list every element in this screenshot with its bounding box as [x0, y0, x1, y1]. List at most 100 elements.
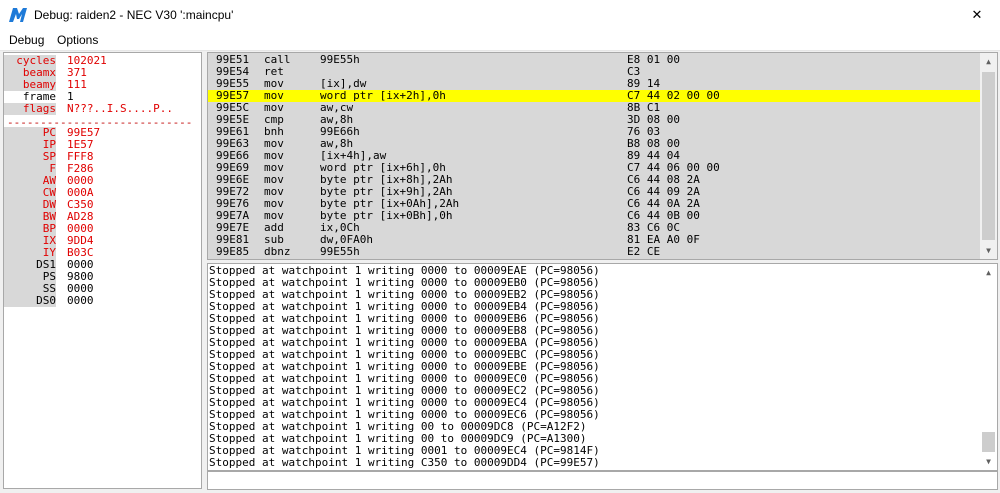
disassembly-bytes: C6 44 08 2A [627, 173, 700, 186]
registers-panel[interactable]: cycles 102021 beamx 371 beamy 111 frame 1 flags N… [3, 52, 202, 489]
disassembly-bytes: 81 EA A0 0F [627, 233, 700, 246]
disassembly-view[interactable]: 99E85 dbnz 99E55h E2 CE 99E81 sub dw,0FA0h 81 E… [207, 52, 998, 260]
console-line: Stopped at watchpoint 1 writing 0000 to … [209, 300, 600, 313]
disassembly-address: 99E69 [216, 161, 250, 174]
disassembly-mnemonic: mov [264, 209, 284, 222]
command-input[interactable] [207, 471, 998, 490]
title-bar[interactable]: Debug: raiden2 - NEC V30 ':maincpu' ✕ [0, 0, 1000, 30]
register-label: SP [4, 151, 56, 163]
disassembly-address: 99E7E [216, 221, 250, 234]
disassembly-scroll-thumb[interactable] [982, 72, 995, 240]
console-scroll-thumb[interactable] [982, 432, 995, 452]
disassembly-row[interactable]: 99E7A mov byte ptr [ix+0Bh],0h C6 44 0B 00 [208, 210, 980, 222]
register-row: PC 99E57 [4, 127, 199, 139]
register-row: AW 0000 [4, 175, 199, 187]
disassembly-mnemonic: mov [264, 197, 284, 210]
disassembly-row[interactable]: 99E63 mov aw,8h B8 08 00 [208, 138, 980, 150]
disassembly-bytes: 3D 08 00 [627, 113, 680, 126]
console-line: Stopped at watchpoint 1 writing 0000 to … [209, 408, 600, 421]
scroll-up-arrow-icon[interactable]: ▲ [980, 53, 997, 70]
disassembly-mnemonic: mov [264, 101, 284, 114]
menu-options[interactable]: Options [57, 33, 98, 47]
scroll-down-arrow-icon[interactable]: ▼ [980, 242, 997, 259]
window-title: Debug: raiden2 - NEC V30 ':maincpu' [34, 8, 234, 22]
disassembly-address: 99E81 [216, 233, 250, 246]
close-icon: ✕ [971, 7, 983, 22]
register-row: DS0 0000 [4, 295, 199, 307]
console-line: Stopped at watchpoint 1 writing 0000 to … [209, 324, 600, 337]
disassembly-scrollbar[interactable]: ▲ ▼ [980, 53, 997, 259]
disassembly-bytes: C6 44 0B 00 [627, 209, 700, 222]
scroll-up-arrow-icon[interactable]: ▲ [980, 264, 997, 281]
console-line: Stopped at watchpoint 1 writing C350 to … [209, 456, 600, 469]
console-line: Stopped at watchpoint 1 writing 0000 to … [209, 276, 600, 289]
disassembly-operands: aw,cw [320, 101, 354, 114]
disassembly-operands: byte ptr [ix+9h],2Ah [320, 185, 453, 198]
disassembly-row-current[interactable]: 99E57 mov word ptr [ix+2h],0h C7 44 02 00 0… [208, 90, 980, 102]
register-row: SS 0000 [4, 283, 199, 295]
scroll-down-arrow-icon[interactable]: ▼ [980, 453, 997, 470]
register-row: PS 9800 [4, 271, 199, 283]
disassembly-row[interactable]: 99E5C mov aw,cw 8B C1 [208, 102, 980, 114]
register-row: F F286 [4, 163, 199, 175]
disassembly-bytes: 76 03 [627, 125, 661, 138]
disassembly-operands: 99E66h [320, 125, 360, 138]
disassembly-mnemonic: add [264, 221, 284, 234]
console-scrollbar[interactable]: ▲ ▼ [980, 264, 997, 470]
disassembly-row[interactable]: 99E66 mov [ix+4h],aw 89 44 04 [208, 150, 980, 162]
register-row: IY B03C [4, 247, 199, 259]
disassembly-row[interactable]: 99E51 call 99E55h E8 01 00 [208, 54, 980, 66]
disassembly-mnemonic: ret [264, 65, 284, 78]
disassembly-address: 99E85 [216, 245, 250, 258]
console-line: Stopped at watchpoint 1 writing 00 to 00… [209, 420, 587, 433]
disassembly-operands: byte ptr [ix+0Bh],0h [320, 209, 453, 222]
disassembly-mnemonic: mov [264, 185, 284, 198]
console-line: Stopped at watchpoint 1 writing 0000 to … [209, 288, 600, 301]
register-label: DS0 [4, 295, 56, 307]
disassembly-address: 99E66 [216, 149, 250, 162]
disassembly-address: 99E51 [216, 53, 250, 66]
disassembly-bytes: E2 CE [627, 245, 661, 258]
disassembly-row[interactable]: 99E55 mov [ix],dw 89 14 [208, 78, 980, 90]
disassembly-row[interactable]: 99E54 ret C3 [208, 66, 980, 78]
disassembly-address: 99E5C [216, 101, 250, 114]
register-row: DS1 0000 [4, 259, 199, 271]
disassembly-row[interactable]: 99E85 dbnz 99E55h E2 CE [208, 246, 980, 258]
close-button[interactable]: ✕ [954, 0, 1000, 30]
disassembly-operands: 99E55h [320, 53, 360, 66]
register-value: 0000 [67, 294, 94, 307]
disassembly-row[interactable]: 99E76 mov byte ptr [ix+0Ah],2Ah C6 44 0A 2A [208, 198, 980, 210]
disassembly-mnemonic: mov [264, 89, 284, 102]
menu-debug[interactable]: Debug [9, 33, 44, 47]
disassembly-mnemonic: sub [264, 233, 284, 246]
disassembly-mnemonic: mov [264, 137, 284, 150]
disassembly-operands: ix,0Ch [320, 221, 360, 234]
console-line: Stopped at watchpoint 1 writing 00 to 00… [209, 432, 587, 445]
disassembly-operands: aw,8h [320, 137, 354, 150]
disassembly-mnemonic: call [264, 53, 291, 66]
disassembly-row[interactable]: 99E81 sub dw,0FA0h 81 EA A0 0F [208, 234, 980, 246]
mame-logo-icon [9, 8, 27, 22]
disassembly-row[interactable]: 99E72 mov byte ptr [ix+9h],2Ah C6 44 09 2A [208, 186, 980, 198]
disassembly-address: 99E55 [216, 77, 250, 90]
console-output[interactable]: Stopped at watchpoint 1 writing C350 to … [207, 263, 998, 471]
disassembly-mnemonic: dbnz [264, 245, 291, 258]
disassembly-address: 99E61 [216, 125, 250, 138]
disassembly-row[interactable]: 99E5E cmp aw,8h 3D 08 00 [208, 114, 980, 126]
disassembly-row[interactable]: 99E69 mov word ptr [ix+6h],0h C7 44 06 00 0… [208, 162, 980, 174]
disassembly-bytes: 83 C6 0C [627, 221, 680, 234]
disassembly-row[interactable]: 99E6E mov byte ptr [ix+8h],2Ah C6 44 08 2A [208, 174, 980, 186]
disassembly-bytes: C6 44 09 2A [627, 185, 700, 198]
disassembly-row[interactable]: 99E7E add ix,0Ch 83 C6 0C [208, 222, 980, 234]
disassembly-mnemonic: mov [264, 173, 284, 186]
disassembly-mnemonic: mov [264, 149, 284, 162]
disassembly-address: 99E57 [216, 89, 250, 102]
disassembly-bytes: C6 44 0A 2A [627, 197, 700, 210]
register-row: SP FFF8 [4, 151, 199, 163]
disassembly-address: 99E63 [216, 137, 250, 150]
disassembly-bytes: C7 44 06 00 00 [627, 161, 720, 174]
disassembly-row[interactable]: 99E61 bnh 99E66h 76 03 [208, 126, 980, 138]
disassembly-operands: word ptr [ix+2h],0h [320, 89, 446, 102]
console-line: Stopped at watchpoint 1 writing 0001 to … [209, 444, 600, 457]
register-row: CW 000A [4, 187, 199, 199]
